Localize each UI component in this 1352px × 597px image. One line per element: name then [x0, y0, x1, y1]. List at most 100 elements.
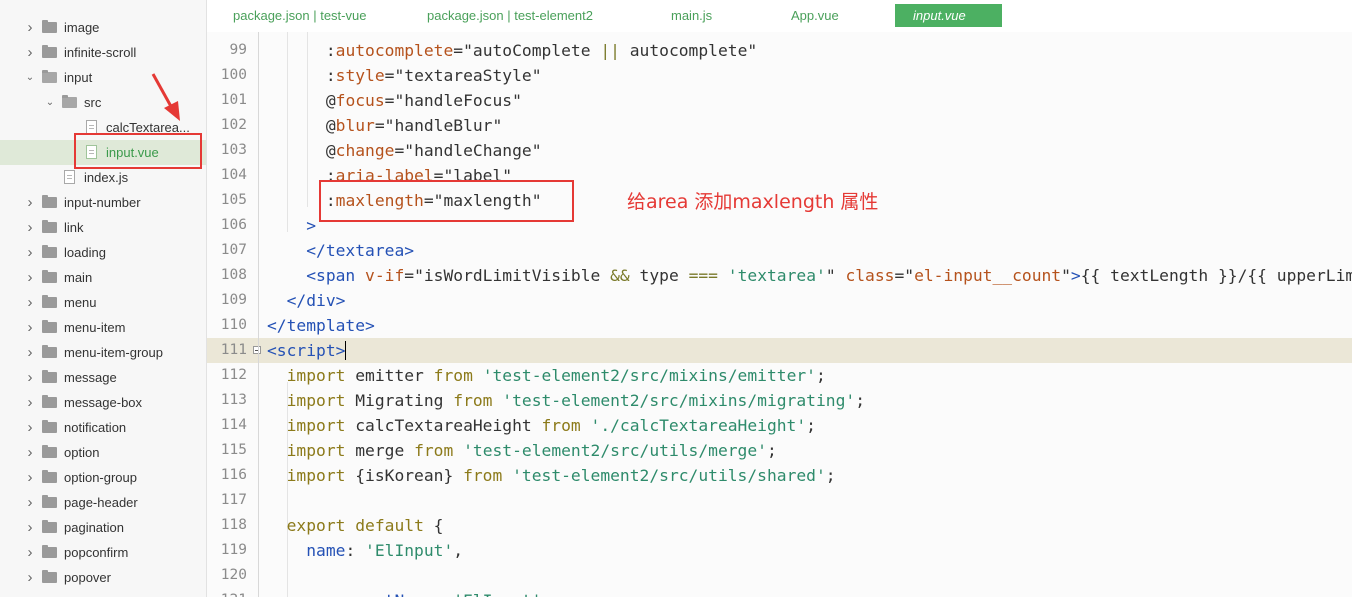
- sidebar-item-menu-item-group[interactable]: › menu-item-group: [0, 340, 206, 365]
- chevron-right-icon[interactable]: ›: [24, 565, 36, 590]
- sidebar-item-menu[interactable]: › menu: [0, 290, 206, 315]
- code-line[interactable]: 115 import merge from 'test-element2/src…: [207, 438, 1352, 463]
- sidebar-item-loading[interactable]: › loading: [0, 240, 206, 265]
- line-number: 109: [220, 292, 247, 308]
- chevron-right-icon[interactable]: ›: [24, 215, 36, 240]
- input-vue-highlight-box: [74, 133, 202, 169]
- sidebar-item-popconfirm[interactable]: › popconfirm: [0, 540, 206, 565]
- folder-icon: [42, 445, 57, 458]
- code-line[interactable]: 114 import calcTextareaHeight from './ca…: [207, 413, 1352, 438]
- code-text: import calcTextareaHeight from './calcTe…: [286, 416, 816, 435]
- folder-icon: [42, 470, 57, 483]
- folder-icon: [42, 195, 57, 208]
- sidebar-item-label: menu-item: [64, 320, 126, 335]
- code-line[interactable]: 102 @blur="handleBlur": [207, 113, 1352, 138]
- folder-icon: [42, 495, 57, 508]
- code-line[interactable]: 103 @change="handleChange": [207, 138, 1352, 163]
- sidebar-item-message[interactable]: › message: [0, 365, 206, 390]
- sidebar-item-menu-item[interactable]: › menu-item: [0, 315, 206, 340]
- code-line[interactable]: 121 componentName: 'ElInput',: [207, 588, 1352, 597]
- chevron-right-icon[interactable]: ›: [24, 315, 36, 340]
- fold-toggle-icon[interactable]: [253, 346, 261, 354]
- sidebar-item-pagination[interactable]: › pagination: [0, 515, 206, 540]
- editor-tab-bar: package.json | test-vue package.json | te…: [207, 0, 1352, 32]
- line-number: 104: [220, 167, 247, 183]
- code-line[interactable]: 101 @focus="handleFocus": [207, 88, 1352, 113]
- line-number: 117: [220, 492, 247, 508]
- code-line[interactable]: 112 import emitter from 'test-element2/s…: [207, 363, 1352, 388]
- sidebar-item-label: popconfirm: [64, 545, 129, 560]
- chevron-right-icon[interactable]: ›: [24, 240, 36, 265]
- sidebar-item-label: input-number: [64, 195, 141, 210]
- sidebar-item-message-box[interactable]: › message-box: [0, 390, 206, 415]
- sidebar-item-label: pagination: [64, 520, 124, 535]
- chevron-right-icon[interactable]: ›: [24, 440, 36, 465]
- code-line[interactable]: 99 :autocomplete="autoComplete || autoco…: [207, 38, 1352, 63]
- code-line[interactable]: 110 </template>: [207, 313, 1352, 338]
- sidebar-item-option[interactable]: › option: [0, 440, 206, 465]
- code-line[interactable]: 113 import Migrating from 'test-element2…: [207, 388, 1352, 413]
- chevron-right-icon[interactable]: ›: [24, 465, 36, 490]
- sidebar-item-link[interactable]: › link: [0, 215, 206, 240]
- chevron-right-icon[interactable]: ›: [24, 290, 36, 315]
- chevron-right-icon[interactable]: ›: [24, 540, 36, 565]
- sidebar-item-input-number[interactable]: › input-number: [0, 190, 206, 215]
- sidebar-item-label: notification: [64, 420, 127, 435]
- sidebar-item-label: src: [84, 95, 102, 110]
- chevron-down-icon[interactable]: ⌄: [44, 90, 56, 115]
- line-number: 115: [220, 442, 247, 458]
- chevron-right-icon[interactable]: ›: [24, 515, 36, 540]
- tab-main-js[interactable]: main.js: [671, 4, 712, 27]
- sidebar-item-popover[interactable]: › popover: [0, 565, 206, 590]
- code-text: @focus="handleFocus": [325, 91, 522, 110]
- code-line[interactable]: 108 <span v-if="isWordLimitVisible && ty…: [207, 263, 1352, 288]
- chevron-right-icon[interactable]: ›: [24, 340, 36, 365]
- sidebar-item-option-group[interactable]: › option-group: [0, 465, 206, 490]
- sidebar-item-label: menu-item-group: [64, 345, 163, 360]
- sidebar-item-image[interactable]: › image: [0, 15, 206, 40]
- line-number: 114: [220, 417, 247, 433]
- tab-app-vue[interactable]: App.vue: [791, 4, 839, 27]
- code-line[interactable]: 119 name: 'ElInput',: [207, 538, 1352, 563]
- tab-package-json-test-vue[interactable]: package.json | test-vue: [233, 4, 366, 27]
- code-editor[interactable]: 99 :autocomplete="autoComplete || autoco…: [207, 32, 1352, 597]
- sidebar-item-label: loading: [64, 245, 106, 260]
- line-number: 112: [220, 367, 247, 383]
- code-line[interactable]: 100 :style="textareaStyle": [207, 63, 1352, 88]
- sidebar-item-label: infinite-scroll: [64, 45, 137, 60]
- folder-icon: [42, 320, 57, 333]
- gutter-separator: [258, 32, 259, 597]
- code-text: import emitter from 'test-element2/src/m…: [286, 366, 826, 385]
- chevron-right-icon[interactable]: ›: [24, 190, 36, 215]
- code-line[interactable]: 117: [207, 488, 1352, 513]
- folder-icon: [42, 570, 57, 583]
- chevron-right-icon[interactable]: ›: [24, 40, 36, 65]
- chevron-right-icon[interactable]: ›: [24, 265, 36, 290]
- maxlength-highlight-box: [319, 180, 574, 222]
- chevron-right-icon[interactable]: ›: [24, 390, 36, 415]
- code-text: :style="textareaStyle": [325, 66, 542, 85]
- line-number: 107: [220, 242, 247, 258]
- code-line[interactable]: 111 <script>: [207, 338, 1352, 363]
- chevron-right-icon[interactable]: ›: [24, 490, 36, 515]
- chevron-right-icon[interactable]: ›: [24, 415, 36, 440]
- chevron-down-icon[interactable]: ⌄: [24, 65, 36, 90]
- sidebar-item-page-header[interactable]: › page-header: [0, 490, 206, 515]
- sidebar-item-main[interactable]: › main: [0, 265, 206, 290]
- folder-icon: [62, 95, 77, 108]
- sidebar-item-label: main: [64, 270, 93, 285]
- code-text: <script>: [267, 341, 347, 360]
- tab-package-json-test-element2[interactable]: package.json | test-element2: [427, 4, 593, 27]
- sidebar-item-notification[interactable]: › notification: [0, 415, 206, 440]
- chevron-right-icon[interactable]: ›: [24, 15, 36, 40]
- code-line[interactable]: 120: [207, 563, 1352, 588]
- tab-input-vue[interactable]: input.vue: [895, 4, 1002, 27]
- code-line[interactable]: 118 export default {: [207, 513, 1352, 538]
- code-line[interactable]: 109 </div>: [207, 288, 1352, 313]
- sidebar-item-label: image: [64, 20, 100, 35]
- code-line[interactable]: 107 </textarea>: [207, 238, 1352, 263]
- chevron-right-icon[interactable]: ›: [24, 365, 36, 390]
- code-text: >: [306, 216, 317, 235]
- code-line[interactable]: 116 import {isKorean} from 'test-element…: [207, 463, 1352, 488]
- sidebar-item-infinite-scroll[interactable]: › infinite-scroll: [0, 40, 206, 65]
